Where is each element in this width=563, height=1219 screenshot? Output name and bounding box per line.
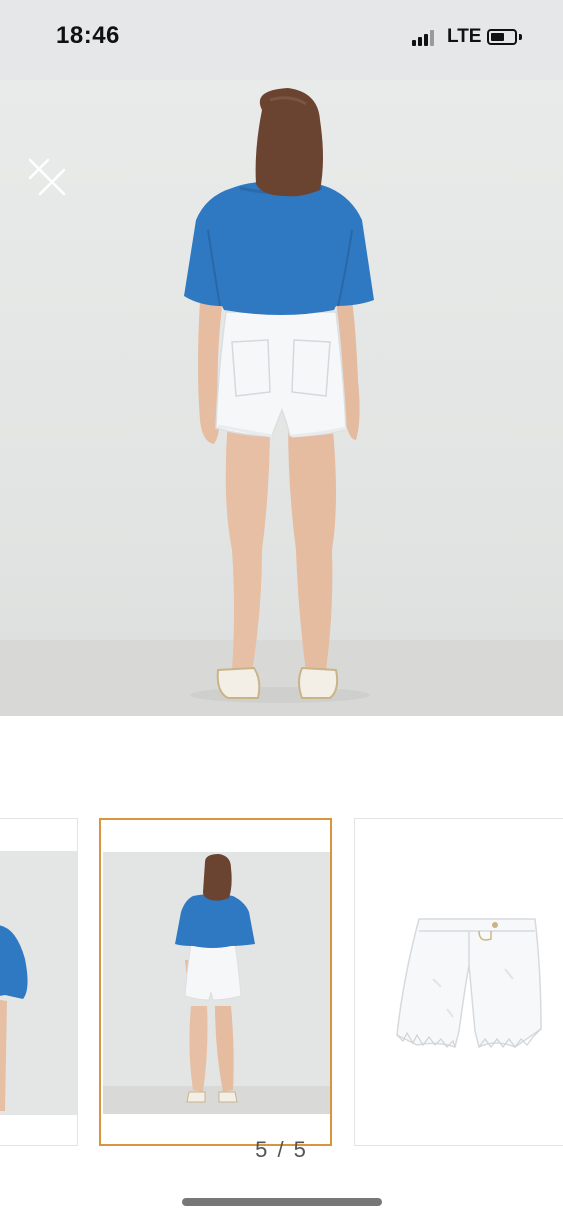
signal-icon (412, 30, 438, 46)
model-back-figure (184, 88, 374, 703)
close-icon[interactable] (26, 158, 70, 196)
image-counter: 5 / 5 (255, 1137, 308, 1162)
status-bar: 18:46 LTE (0, 0, 563, 80)
main-product-image[interactable] (0, 80, 563, 716)
model-front-thumbnail[interactable] (0, 818, 78, 1146)
battery-icon (487, 29, 517, 45)
battery-tip (519, 34, 522, 40)
model-back-thumbnail[interactable] (99, 818, 332, 1146)
network-label: LTE (447, 26, 482, 47)
status-time: 18:46 (56, 22, 120, 49)
shorts-product-thumbnail[interactable] (354, 818, 563, 1146)
thumbnail-strip (0, 818, 563, 1148)
home-indicator[interactable] (182, 1198, 382, 1206)
